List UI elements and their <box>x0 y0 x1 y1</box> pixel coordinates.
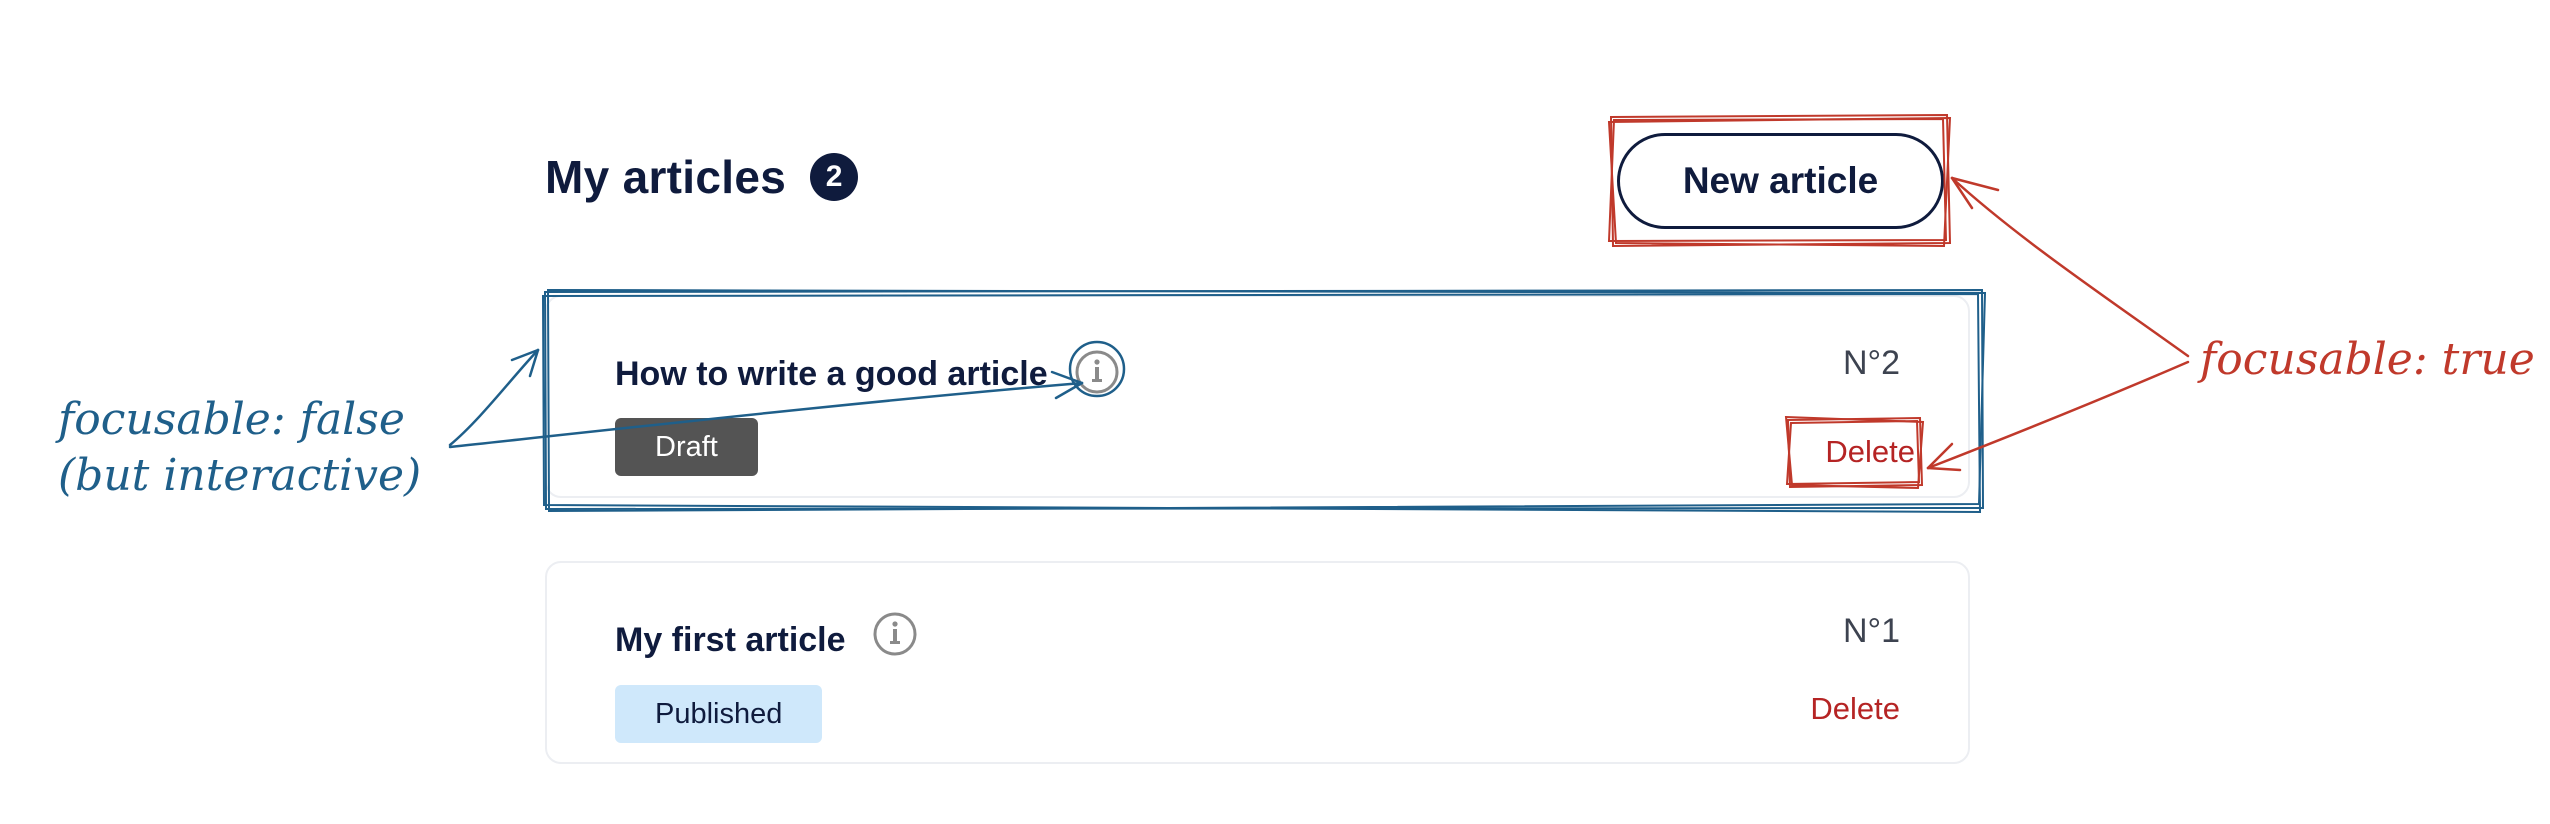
arrow-to-card <box>448 348 540 447</box>
arrow-to-delete <box>1926 360 2190 472</box>
annotation-but-interactive: (but interactive) <box>58 450 422 501</box>
arrow-to-new-article <box>1950 176 2190 358</box>
delete-highlight <box>1784 415 1925 490</box>
new-article-highlight <box>1607 113 1952 248</box>
arrow-to-info-icon <box>448 340 1126 449</box>
annotation-focusable-false: focusable: false <box>58 394 405 445</box>
annotation-focusable-true: focusable: true <box>2200 334 2535 385</box>
card-highlight-outline <box>541 288 1987 514</box>
